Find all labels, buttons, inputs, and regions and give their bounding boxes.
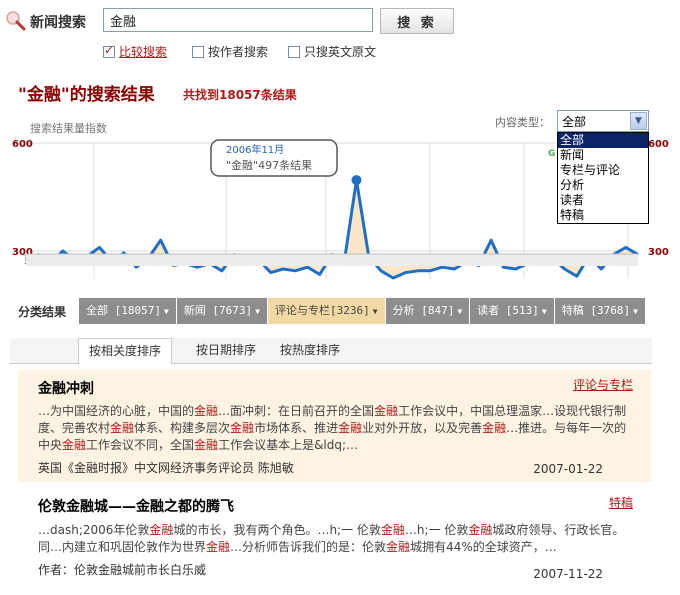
result-item: 伦敦金融城——金融之都的腾飞 特稿 …dash;2006年伦敦金融城的市长，我有… [18, 488, 651, 588]
compare-search-option[interactable]: 比较搜索 [103, 43, 167, 60]
y-tick-label-right: 300 [648, 247, 669, 258]
results-title: "金融"的搜索结果 [18, 85, 155, 105]
snippet-line: 同…内建立和巩固伦敦作为世界金融…分析师告诉我们的是：伦敦金融城拥有44%的全球… [38, 540, 557, 554]
content-type-option[interactable]: 分析 [558, 178, 648, 193]
search-input[interactable] [103, 8, 373, 32]
result-snippet: …为中国经济的心脏，中国的金融…面冲刺：在日前召开的全国金融工作会议中，中国总理… [38, 403, 638, 454]
result-category-link[interactable]: 评论与专栏 [573, 376, 633, 393]
chevron-down-icon[interactable]: ▼ [630, 112, 647, 130]
result-snippet: …dash;2006年伦敦金融城的市长，我有两个角色。…h;一 伦敦金融…h;一… [38, 522, 638, 556]
sort-tab-popularity[interactable]: 按热度排序 [270, 338, 350, 365]
author-search-label: 按作者搜索 [208, 45, 269, 59]
category-tab[interactable]: 特稿 [3768] ▼ [554, 298, 646, 324]
chevron-down-icon: ▼ [163, 307, 169, 316]
snippet-line: 度、完善农村金融体系、构建多层次金融市场体系、推进金融业对外开放，以及完善金融…… [38, 421, 627, 435]
category-label: 分类结果 [18, 305, 67, 319]
snippet-line: 中央金融工作会议不同，全国金融工作会议基本上是&ldq;… [38, 438, 359, 452]
x-axis-band [26, 254, 638, 266]
y-tick-label-right: 600 [648, 139, 669, 150]
category-tab-label: 评论与专栏[3236] [275, 304, 370, 317]
result-date: 2007-11-22 [533, 567, 603, 581]
chevron-down-icon: ▼ [255, 307, 260, 316]
result-author: 英国《金融时报》中文网经济事务评论员 陈旭敏 [38, 461, 294, 475]
magnifier-logo-icon [6, 11, 26, 31]
category-tab[interactable]: 评论与专栏[3236] ▼ [268, 298, 386, 324]
snippet-line: …为中国经济的心脏，中国的金融…面冲刺：在日前召开的全国金融工作会议中，中国总理… [38, 404, 627, 418]
chevron-down-icon: ▼ [541, 307, 547, 316]
english-only-checkbox[interactable] [288, 45, 300, 58]
category-tab-label: 特稿 [3768] [561, 304, 631, 317]
content-type-option[interactable]: 全部 [558, 133, 648, 148]
category-tab[interactable]: 读者 [513] ▼ [470, 298, 555, 324]
result-title-link[interactable]: 伦敦金融城——金融之都的腾飞 [38, 496, 234, 516]
content-type-option[interactable]: 专栏与评论 [558, 163, 648, 178]
compare-search-label: 比较搜索 [119, 45, 168, 59]
search-button[interactable]: 搜 索 [380, 8, 454, 34]
chevron-down-icon: ▼ [457, 307, 463, 316]
result-date: 2007-01-22 [533, 462, 603, 476]
chevron-down-icon: ▼ [372, 307, 378, 316]
category-tab-label: 全部 [18057] [86, 304, 161, 317]
result-title-link[interactable]: 金融冲刺 [38, 378, 94, 398]
result-category-link[interactable]: 特稿 [609, 494, 633, 511]
english-only-option[interactable]: 只搜英文原文 [288, 43, 376, 60]
chart-tooltip: 2006年11月 "金融"497条结果 [210, 139, 338, 177]
content-type-dropdown[interactable]: 全部 新闻 专栏与评论 分析 读者 特稿 [557, 132, 649, 224]
y-tick-label: 600 [12, 139, 33, 150]
peak-point [351, 175, 362, 186]
content-type-label: 内容类型： [495, 116, 550, 129]
content-type-option[interactable]: 特稿 [558, 208, 648, 223]
content-type-option[interactable]: 新闻 [558, 148, 648, 163]
chevron-down-icon: ▼ [633, 307, 638, 316]
result-item: 金融冲刺 评论与专栏 …为中国经济的心脏，中国的金融…面冲刺：在日前召开的全国金… [18, 370, 651, 482]
compare-search-checkbox[interactable] [103, 43, 115, 58]
result-author: 作者：伦敦金融城前市长白乐威 [38, 563, 207, 577]
content-type-select[interactable]: 全部 ▼ [557, 110, 649, 132]
category-tab[interactable]: 新闻 [7673] ▼ [176, 298, 268, 324]
author-search-option[interactable]: 按作者搜索 [192, 43, 268, 60]
sort-tab-relevance[interactable]: 按相关度排序 [78, 338, 173, 365]
author-search-checkbox[interactable] [192, 45, 204, 58]
english-only-label: 只搜英文原文 [304, 45, 377, 59]
category-tab[interactable]: 全部 [18057] ▼ [79, 298, 177, 324]
search-title: 新闻搜索 [30, 15, 86, 31]
sort-tab-date[interactable]: 按日期排序 [186, 338, 266, 365]
content-type-option[interactable]: 读者 [558, 193, 648, 208]
results-count: 共找到18057条结果 [183, 88, 297, 102]
snippet-line: …dash;2006年伦敦金融城的市长，我有两个角色。…h;一 伦敦金融…h;一… [38, 523, 625, 537]
tooltip-text: "金融"497条结果 [226, 158, 312, 172]
category-tab-label: 分析 [847] [392, 304, 455, 317]
category-tab-bar: 全部 [18057] ▼ 新闻 [7673] ▼ 评论与专栏[3236] ▼ 分析 [847… [79, 298, 646, 324]
legend-peek-text: G [548, 149, 555, 159]
category-tab-label: 读者 [513] [477, 304, 539, 317]
category-tab[interactable]: 分析 [847] ▼ [385, 298, 471, 324]
category-tab-label: 新闻 [7673] [183, 304, 253, 317]
content-type-selected: 全部 [562, 115, 587, 129]
tooltip-date: 2006年11月 [226, 143, 284, 156]
